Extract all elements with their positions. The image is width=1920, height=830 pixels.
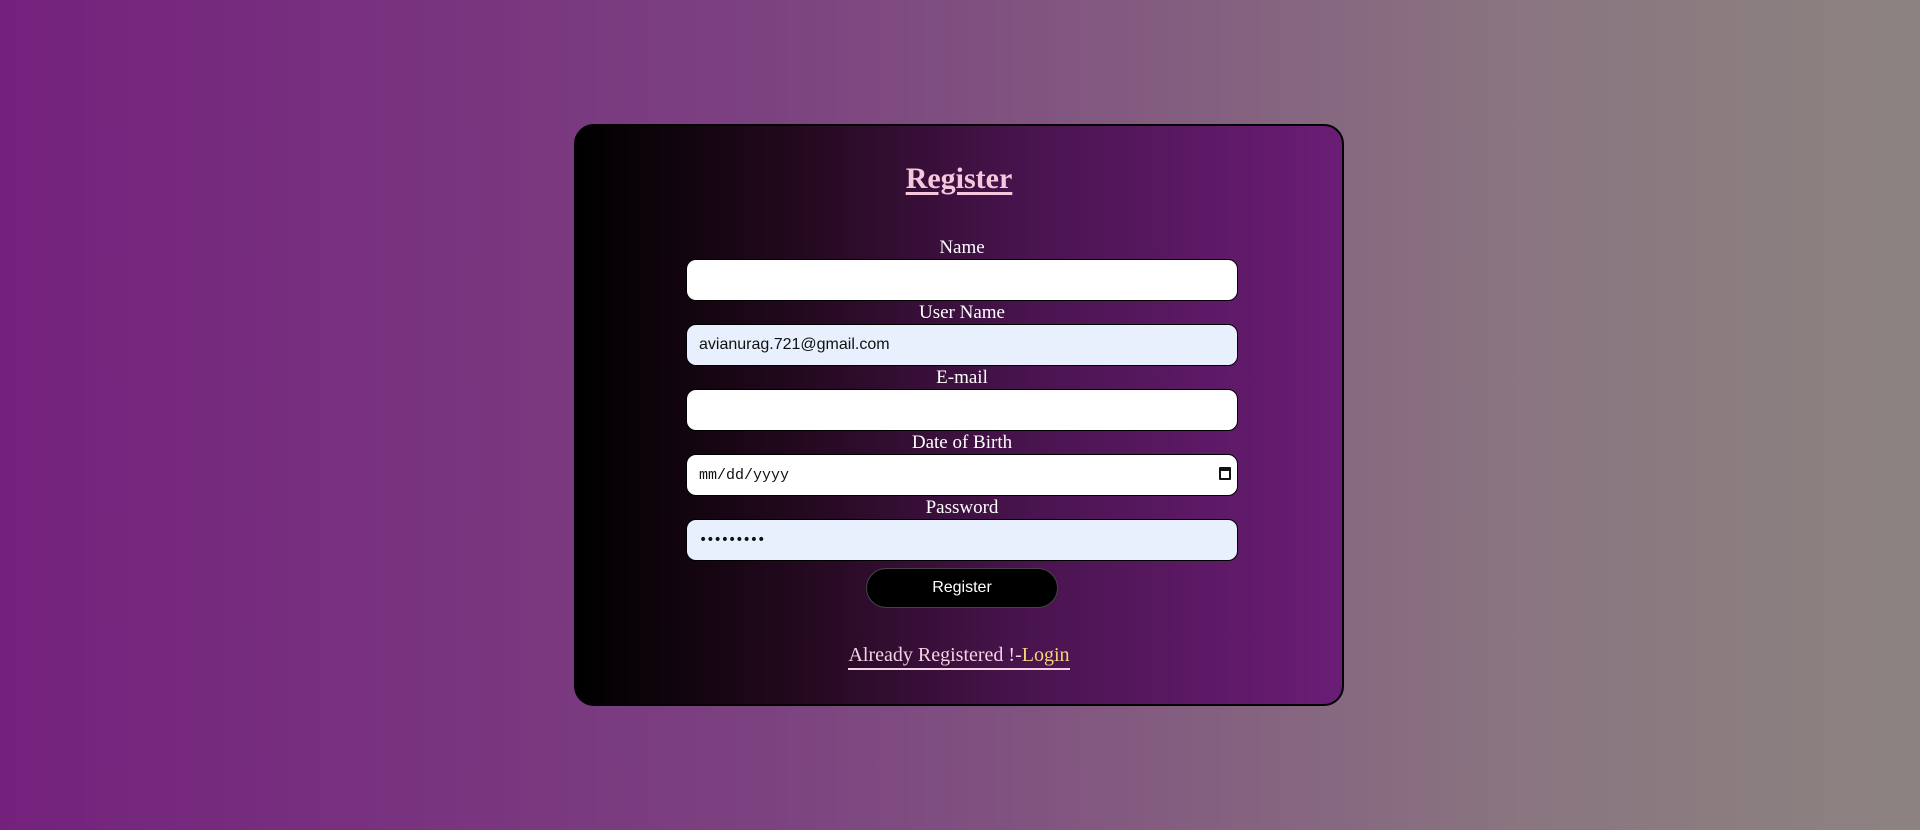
password-value: ••••••••• bbox=[699, 532, 765, 548]
name-label: Name bbox=[939, 237, 985, 258]
dob-input[interactable]: mm/dd/yyyy bbox=[686, 454, 1238, 496]
dob-placeholder: mm/dd/yyyy bbox=[699, 467, 790, 484]
submit-row: Register bbox=[686, 568, 1238, 608]
name-input[interactable] bbox=[686, 259, 1238, 301]
username-label: User Name bbox=[919, 302, 1005, 323]
password-label: Password bbox=[925, 497, 999, 518]
username-input[interactable]: avianurag.721@gmail.com bbox=[686, 324, 1238, 366]
email-label: E-mail bbox=[936, 367, 988, 388]
login-prompt: Already Registered !-Login bbox=[576, 644, 1342, 670]
password-input[interactable]: ••••••••• bbox=[686, 519, 1238, 561]
login-link[interactable]: Login bbox=[1022, 644, 1070, 666]
calendar-icon[interactable] bbox=[1219, 467, 1231, 480]
already-registered-text: Already Registered !- bbox=[848, 644, 1022, 666]
login-prompt-inner: Already Registered !-Login bbox=[848, 644, 1070, 670]
dob-label: Date of Birth bbox=[911, 432, 1013, 453]
register-form: Name User Name avianurag.721@gmail.com E… bbox=[686, 237, 1238, 608]
register-button[interactable]: Register bbox=[866, 568, 1058, 608]
email-input[interactable] bbox=[686, 389, 1238, 431]
page-title: Register bbox=[905, 162, 1013, 195]
register-card: Register Name User Name avianurag.721@gm… bbox=[574, 124, 1344, 706]
